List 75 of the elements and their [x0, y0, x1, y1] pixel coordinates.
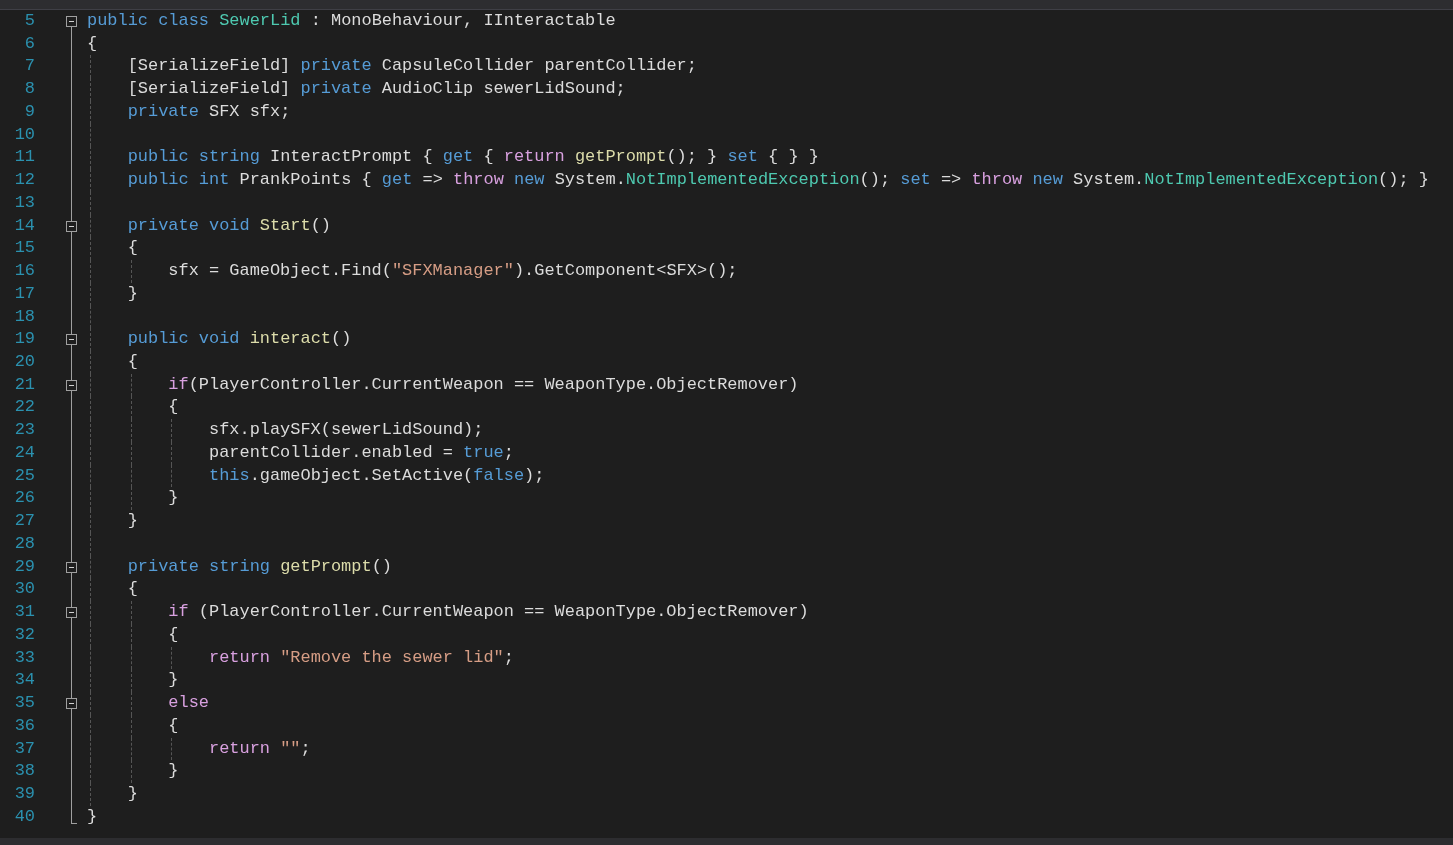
code-line: if(PlayerController.CurrentWeapon == WeaponType.ObjectRemover) [167, 374, 799, 394]
line-number: 18 [13, 305, 35, 328]
line-number: 27 [13, 510, 35, 533]
code-line: { [87, 33, 98, 53]
code-line: { [126, 352, 138, 371]
line-number: 13 [13, 191, 35, 214]
code-line: this.gameObject.SetActive(false); [207, 465, 545, 485]
code-line: public void interact() [126, 329, 352, 349]
code-line: } [126, 511, 138, 531]
collapse-icon[interactable] [66, 220, 77, 232]
collapse-icon[interactable] [66, 16, 77, 27]
code-line: else [167, 693, 209, 713]
line-number: 26 [13, 487, 35, 510]
code-line: { [167, 624, 179, 644]
line-number: 11 [13, 146, 35, 169]
code-line: } [167, 761, 179, 781]
line-number: 28 [13, 532, 35, 555]
code-line: return ""; [207, 738, 311, 758]
collapse-icon[interactable] [66, 698, 77, 710]
line-number: 9 [23, 100, 35, 123]
code-line: [SerializeField] private AudioClip sewerLidSound; [126, 79, 626, 99]
code-line: { [167, 397, 179, 417]
collapse-icon[interactable] [66, 379, 77, 391]
line-number: 35 [13, 692, 35, 715]
code-line: public class SewerLid : MonoBehaviour, IInteractable [87, 11, 616, 30]
line-number: 40 [13, 805, 35, 828]
code-line: if (PlayerController.CurrentWeapon == WeaponType.ObjectRemover) [167, 602, 809, 622]
line-number: 6 [23, 32, 35, 55]
line-number: 24 [13, 441, 35, 464]
code-line: { [167, 715, 179, 735]
line-number: 22 [13, 396, 35, 419]
line-number: 32 [13, 623, 35, 646]
line-number: 31 [13, 601, 35, 624]
code-line: private string getPrompt() [126, 556, 392, 576]
collapse-icon[interactable] [66, 334, 77, 346]
code-line: private SFX sfx; [126, 101, 291, 121]
line-number: 12 [13, 169, 35, 192]
line-number: 36 [13, 714, 35, 737]
code-line: } [126, 783, 138, 803]
code-line: private void Start() [126, 215, 331, 235]
line-number: 8 [23, 78, 35, 101]
code-line: return "Remove the sewer lid"; [207, 647, 514, 667]
line-number: 5 [23, 10, 35, 32]
code-line: sfx = GameObject.Find("SFXManager").GetComponent<SFX>(); [167, 261, 738, 281]
code-line: public int PrankPoints { get => throw new System.NotImplementedException(); set => throw new System.NotImplementedException(); } [126, 170, 1429, 190]
line-number: 30 [13, 578, 35, 601]
line-number: 37 [13, 737, 35, 760]
code-line: } [126, 283, 138, 303]
line-number: 34 [13, 669, 35, 692]
line-number: 23 [13, 419, 35, 442]
line-number: 7 [23, 55, 35, 78]
code-line: } [167, 488, 179, 508]
line-number: 20 [13, 351, 35, 373]
line-number: 17 [13, 282, 35, 305]
line-number: 15 [13, 237, 35, 260]
line-number: 33 [13, 646, 35, 669]
line-number: 29 [13, 555, 35, 578]
code-line: { [126, 238, 138, 258]
code-line: } [167, 670, 179, 690]
collapse-icon[interactable] [66, 607, 77, 619]
line-number: 25 [13, 464, 35, 487]
line-number: 19 [13, 328, 35, 351]
line-number: 39 [13, 782, 35, 805]
code-line: parentCollider.enabled = true; [207, 442, 514, 462]
line-number: 38 [13, 760, 35, 783]
code-line: } [87, 806, 98, 826]
line-number: 21 [13, 373, 35, 396]
line-number: 14 [13, 214, 35, 237]
code-line: { [126, 579, 138, 599]
code-line: public string InteractPrompt { get { return getPrompt(); } set { } } [126, 147, 819, 167]
line-number: 16 [13, 260, 35, 283]
code-line: sfx.playSFX(sewerLidSound); [207, 420, 484, 440]
line-number: 10 [13, 123, 35, 146]
code-line: [SerializeField] private CapsuleCollider parentCollider; [126, 56, 697, 76]
collapse-icon[interactable] [66, 561, 77, 573]
